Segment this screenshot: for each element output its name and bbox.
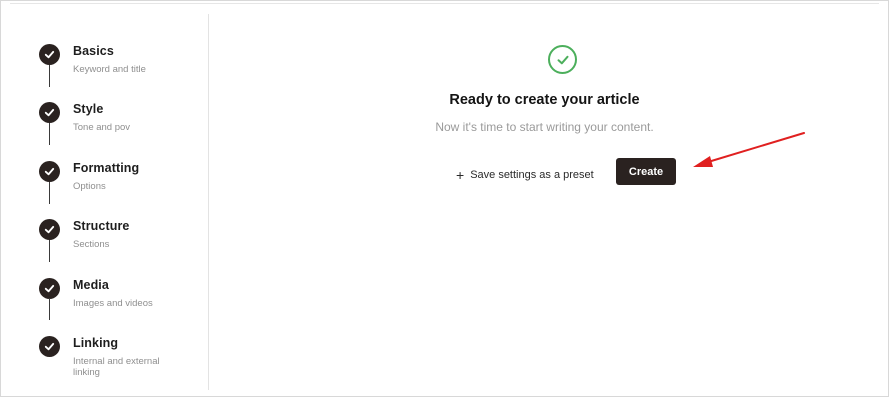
check-icon [39, 102, 60, 123]
save-preset-button[interactable]: + Save settings as a preset [456, 163, 594, 187]
step-title: Basics [73, 44, 114, 58]
step-subtitle: Options [73, 181, 106, 192]
annotation-arrow-icon [693, 132, 805, 167]
step-basics[interactable]: Basics Keyword and title [10, 28, 209, 86]
step-linking[interactable]: Linking Internal and external linking [10, 320, 209, 378]
step-connector [49, 123, 50, 145]
check-icon [39, 161, 60, 182]
step-connector [49, 182, 50, 204]
steps-sidebar: Basics Keyword and title Style Tone and … [10, 14, 209, 390]
step-style[interactable]: Style Tone and pov [10, 86, 209, 144]
step-subtitle: Tone and pov [73, 122, 131, 133]
step-title: Linking [73, 336, 119, 350]
step-subtitle: Images and videos [73, 298, 153, 309]
check-icon [39, 219, 60, 240]
step-connector [49, 65, 50, 87]
check-icon [39, 278, 60, 299]
step-title: Style [73, 102, 104, 116]
step-subtitle: Sections [73, 239, 110, 250]
check-icon [39, 44, 60, 65]
step-subtitle: Keyword and title [73, 64, 146, 75]
plus-icon: + [456, 167, 465, 183]
check-circle-icon [548, 45, 577, 74]
step-connector [49, 240, 50, 262]
ready-title: Ready to create your article [449, 92, 640, 108]
step-title: Formatting [73, 161, 140, 175]
check-icon [39, 336, 60, 357]
step-title: Structure [73, 219, 130, 233]
save-preset-label: Save settings as a preset [470, 169, 594, 181]
step-formatting[interactable]: Formatting Options [10, 145, 209, 203]
step-connector [49, 298, 50, 320]
step-title: Media [73, 278, 109, 292]
create-button[interactable]: Create [616, 158, 676, 185]
step-subtitle: Internal and external linking [73, 356, 160, 378]
main-panel: Ready to create your article Now it's ti… [210, 4, 879, 390]
step-structure[interactable]: Structure Sections [10, 203, 209, 261]
step-media[interactable]: Media Images and videos [10, 262, 209, 320]
